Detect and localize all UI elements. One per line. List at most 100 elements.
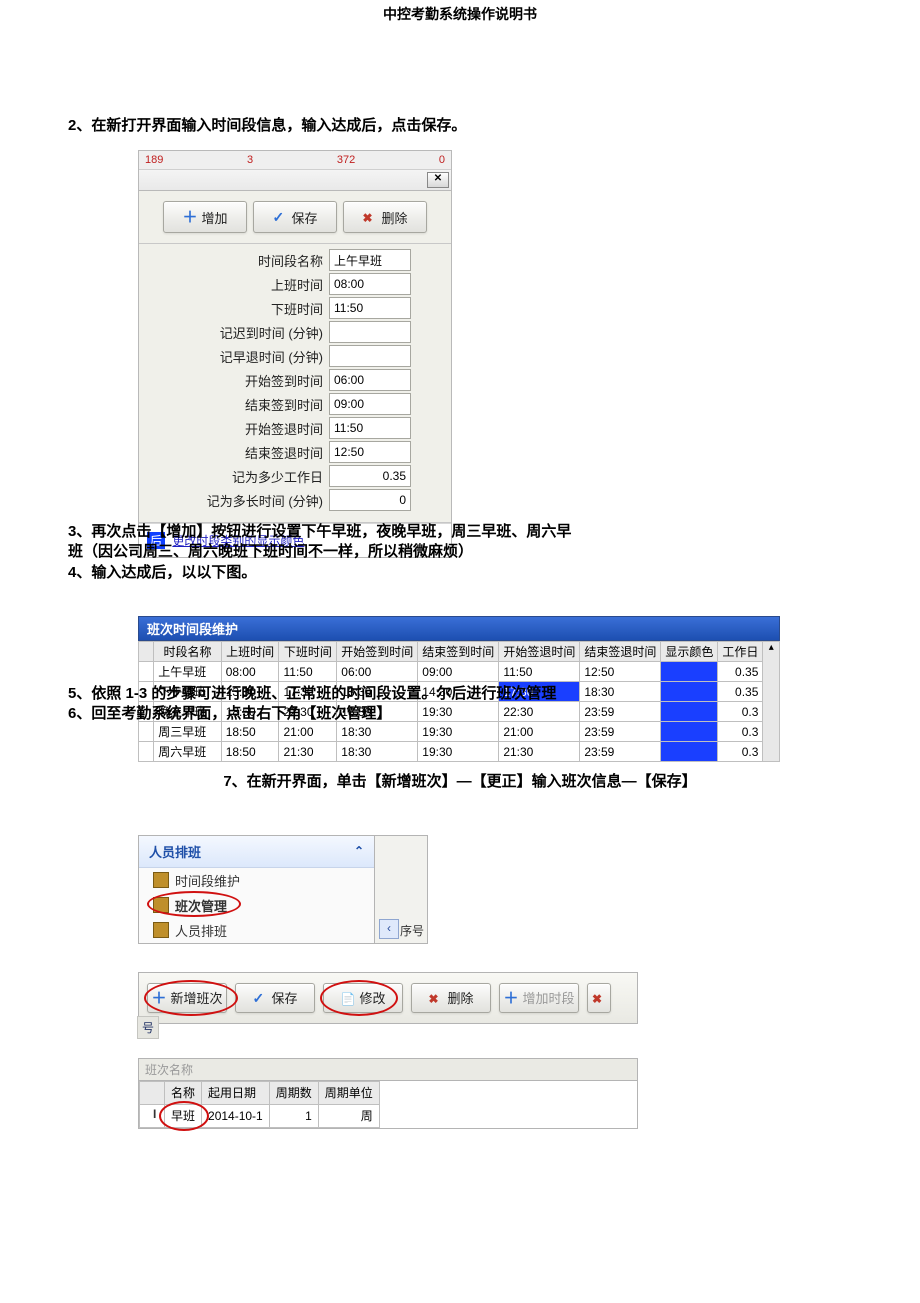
table-row[interactable]: 周六早班18:5021:3018:3019:3021:3023:590.3 (139, 742, 763, 762)
dialog-ruler: 189 3 372 0 (139, 151, 451, 170)
delete-button[interactable]: 删除 (343, 201, 427, 233)
sidebar-item[interactable]: 时间段维护 (139, 868, 374, 893)
val-sos[interactable]: 11:50 (329, 417, 411, 439)
grid-stub: ‹ 序号 (375, 835, 428, 944)
col-header: 显示颜色 (661, 642, 718, 662)
shift-toolbar: 新增班次 保存 修改 删除 增加时段 号 (138, 972, 638, 1024)
lbl-wd: 记为多少工作日 (139, 467, 323, 486)
table-cell: 18:30 (337, 722, 418, 742)
lbl-sie: 结束签到时间 (139, 395, 323, 414)
table-cell: 21:30 (279, 742, 337, 762)
table-cell: 21:00 (279, 722, 337, 742)
plus-icon (182, 210, 196, 224)
color-cell (661, 722, 718, 742)
table-cell: 周六早班 (154, 742, 221, 762)
modify-button[interactable]: 修改 (323, 983, 403, 1013)
col-header: 结束签退时间 (580, 642, 661, 662)
sidebar-item[interactable]: 人员排班 (139, 918, 374, 943)
table-cell: 09:00 (418, 662, 499, 682)
add-button[interactable]: 增加 (163, 201, 247, 233)
lbl-start: 上班时间 (139, 275, 323, 294)
save-shift-button[interactable]: 保存 (235, 983, 315, 1013)
table-cell: 21:00 (499, 722, 580, 742)
table-row[interactable]: 周三早班18:5021:0018:3019:3021:0023:590.3 (139, 722, 763, 742)
shift-grid: 班次名称 名称 起用日期 周期数 周期单位 早班 2014-10-1 1 (138, 1058, 638, 1129)
delete-shift-label: 删除 (447, 988, 473, 1007)
row-number-label: 号 (137, 1016, 159, 1039)
x-icon (428, 991, 442, 1005)
step-6: 6、回至考勤系统界面，点击右下角【班次管理】 (68, 704, 848, 724)
cell-cycles: 1 (269, 1104, 318, 1127)
color-cell (661, 742, 718, 762)
cell-name: 早班 (171, 1109, 195, 1123)
sidebar-item[interactable]: 班次管理 (139, 893, 374, 918)
table-cell: 23:59 (580, 722, 661, 742)
sidebar-item-label: 班次管理 (175, 896, 227, 915)
ruler-d: 0 (439, 154, 445, 166)
table-cell: 12:50 (580, 662, 661, 682)
folder-icon (153, 922, 169, 938)
add-shift-button[interactable]: 新增班次 (147, 983, 227, 1013)
save-shift-label: 保存 (271, 988, 297, 1007)
val-wd[interactable]: 0.35 (329, 465, 411, 487)
ruler-c: 372 (337, 154, 355, 166)
table-cell: 18:50 (221, 722, 279, 742)
ruler-b: 3 (247, 154, 253, 166)
lbl-soe: 结束签退时间 (139, 443, 323, 462)
table-cell: 21:30 (499, 742, 580, 762)
save-button[interactable]: 保存 (253, 201, 337, 233)
scroll-left-icon[interactable]: ‹ (379, 919, 399, 939)
sidebar-header-title: 人员排班 (149, 842, 201, 861)
val-end[interactable]: 11:50 (329, 297, 411, 319)
val-sis[interactable]: 06:00 (329, 369, 411, 391)
table-row[interactable]: 早班 2014-10-1 1 周 (140, 1104, 380, 1127)
val-name[interactable]: 上午早班 (329, 249, 411, 271)
sidebar-header[interactable]: 人员排班 ⌃ (139, 836, 374, 868)
shift-grid-subheader: 班次名称 (139, 1059, 637, 1081)
table-cell: 11:50 (279, 662, 337, 682)
col-unit: 周期单位 (318, 1081, 379, 1104)
val-dur[interactable]: 0 (329, 489, 411, 511)
scroll-up-icon[interactable]: ▴ (763, 642, 779, 656)
add-period-label: 增加时段 (522, 988, 574, 1007)
shift-toolbar-panel: 新增班次 保存 修改 删除 增加时段 号 (138, 972, 638, 1129)
col-header: 结束签到时间 (418, 642, 499, 662)
table-row[interactable]: 上午早班08:0011:5006:0009:0011:5012:500.35 (139, 662, 763, 682)
ruler-a: 189 (145, 154, 163, 166)
x-icon (592, 991, 606, 1005)
table-cell: 23:59 (580, 742, 661, 762)
doc-icon (340, 991, 354, 1005)
col-cycles: 周期数 (269, 1081, 318, 1104)
check-icon (272, 210, 286, 224)
workday-cell: 0.3 (718, 722, 763, 742)
chevron-up-icon: ⌃ (354, 844, 364, 858)
step-3b: 班（因公司周三、周六晚班下班时间不一样，所以稍微麻烦） (68, 542, 848, 562)
table-cell: 19:30 (418, 722, 499, 742)
lbl-end: 下班时间 (139, 299, 323, 318)
table-cell: 周三早班 (154, 722, 221, 742)
lbl-late: 记迟到时间 (分钟) (139, 323, 323, 342)
color-cell (661, 662, 718, 682)
val-sie[interactable]: 09:00 (329, 393, 411, 415)
workday-cell: 0.35 (718, 662, 763, 682)
val-start[interactable]: 08:00 (329, 273, 411, 295)
timeperiod-dialog: 189 3 372 0 ✕ 增加 保存 删除 时间段名称上午早班 上班时间08:… (138, 150, 452, 558)
lbl-dur: 记为多长时间 (分钟) (139, 491, 323, 510)
stub-label: 序号 (400, 922, 424, 939)
doc-title: 中控考勤系统操作说明书 (0, 0, 920, 24)
step-4: 4、输入达成后，以以下图。 (68, 563, 848, 583)
val-early[interactable] (329, 345, 411, 367)
folder-icon (153, 872, 169, 888)
add-shift-label: 新增班次 (170, 988, 222, 1007)
val-late[interactable] (329, 321, 411, 343)
table-cell: 上午早班 (154, 662, 221, 682)
plus-icon (503, 991, 517, 1005)
val-soe[interactable]: 12:50 (329, 441, 411, 463)
more-button[interactable] (587, 983, 611, 1013)
delete-shift-button[interactable]: 删除 (411, 983, 491, 1013)
close-icon[interactable]: ✕ (427, 172, 449, 188)
table-cell: 11:50 (499, 662, 580, 682)
add-period-button[interactable]: 增加时段 (499, 983, 579, 1013)
lbl-sis: 开始签到时间 (139, 371, 323, 390)
col-header: 工作日 (718, 642, 763, 662)
